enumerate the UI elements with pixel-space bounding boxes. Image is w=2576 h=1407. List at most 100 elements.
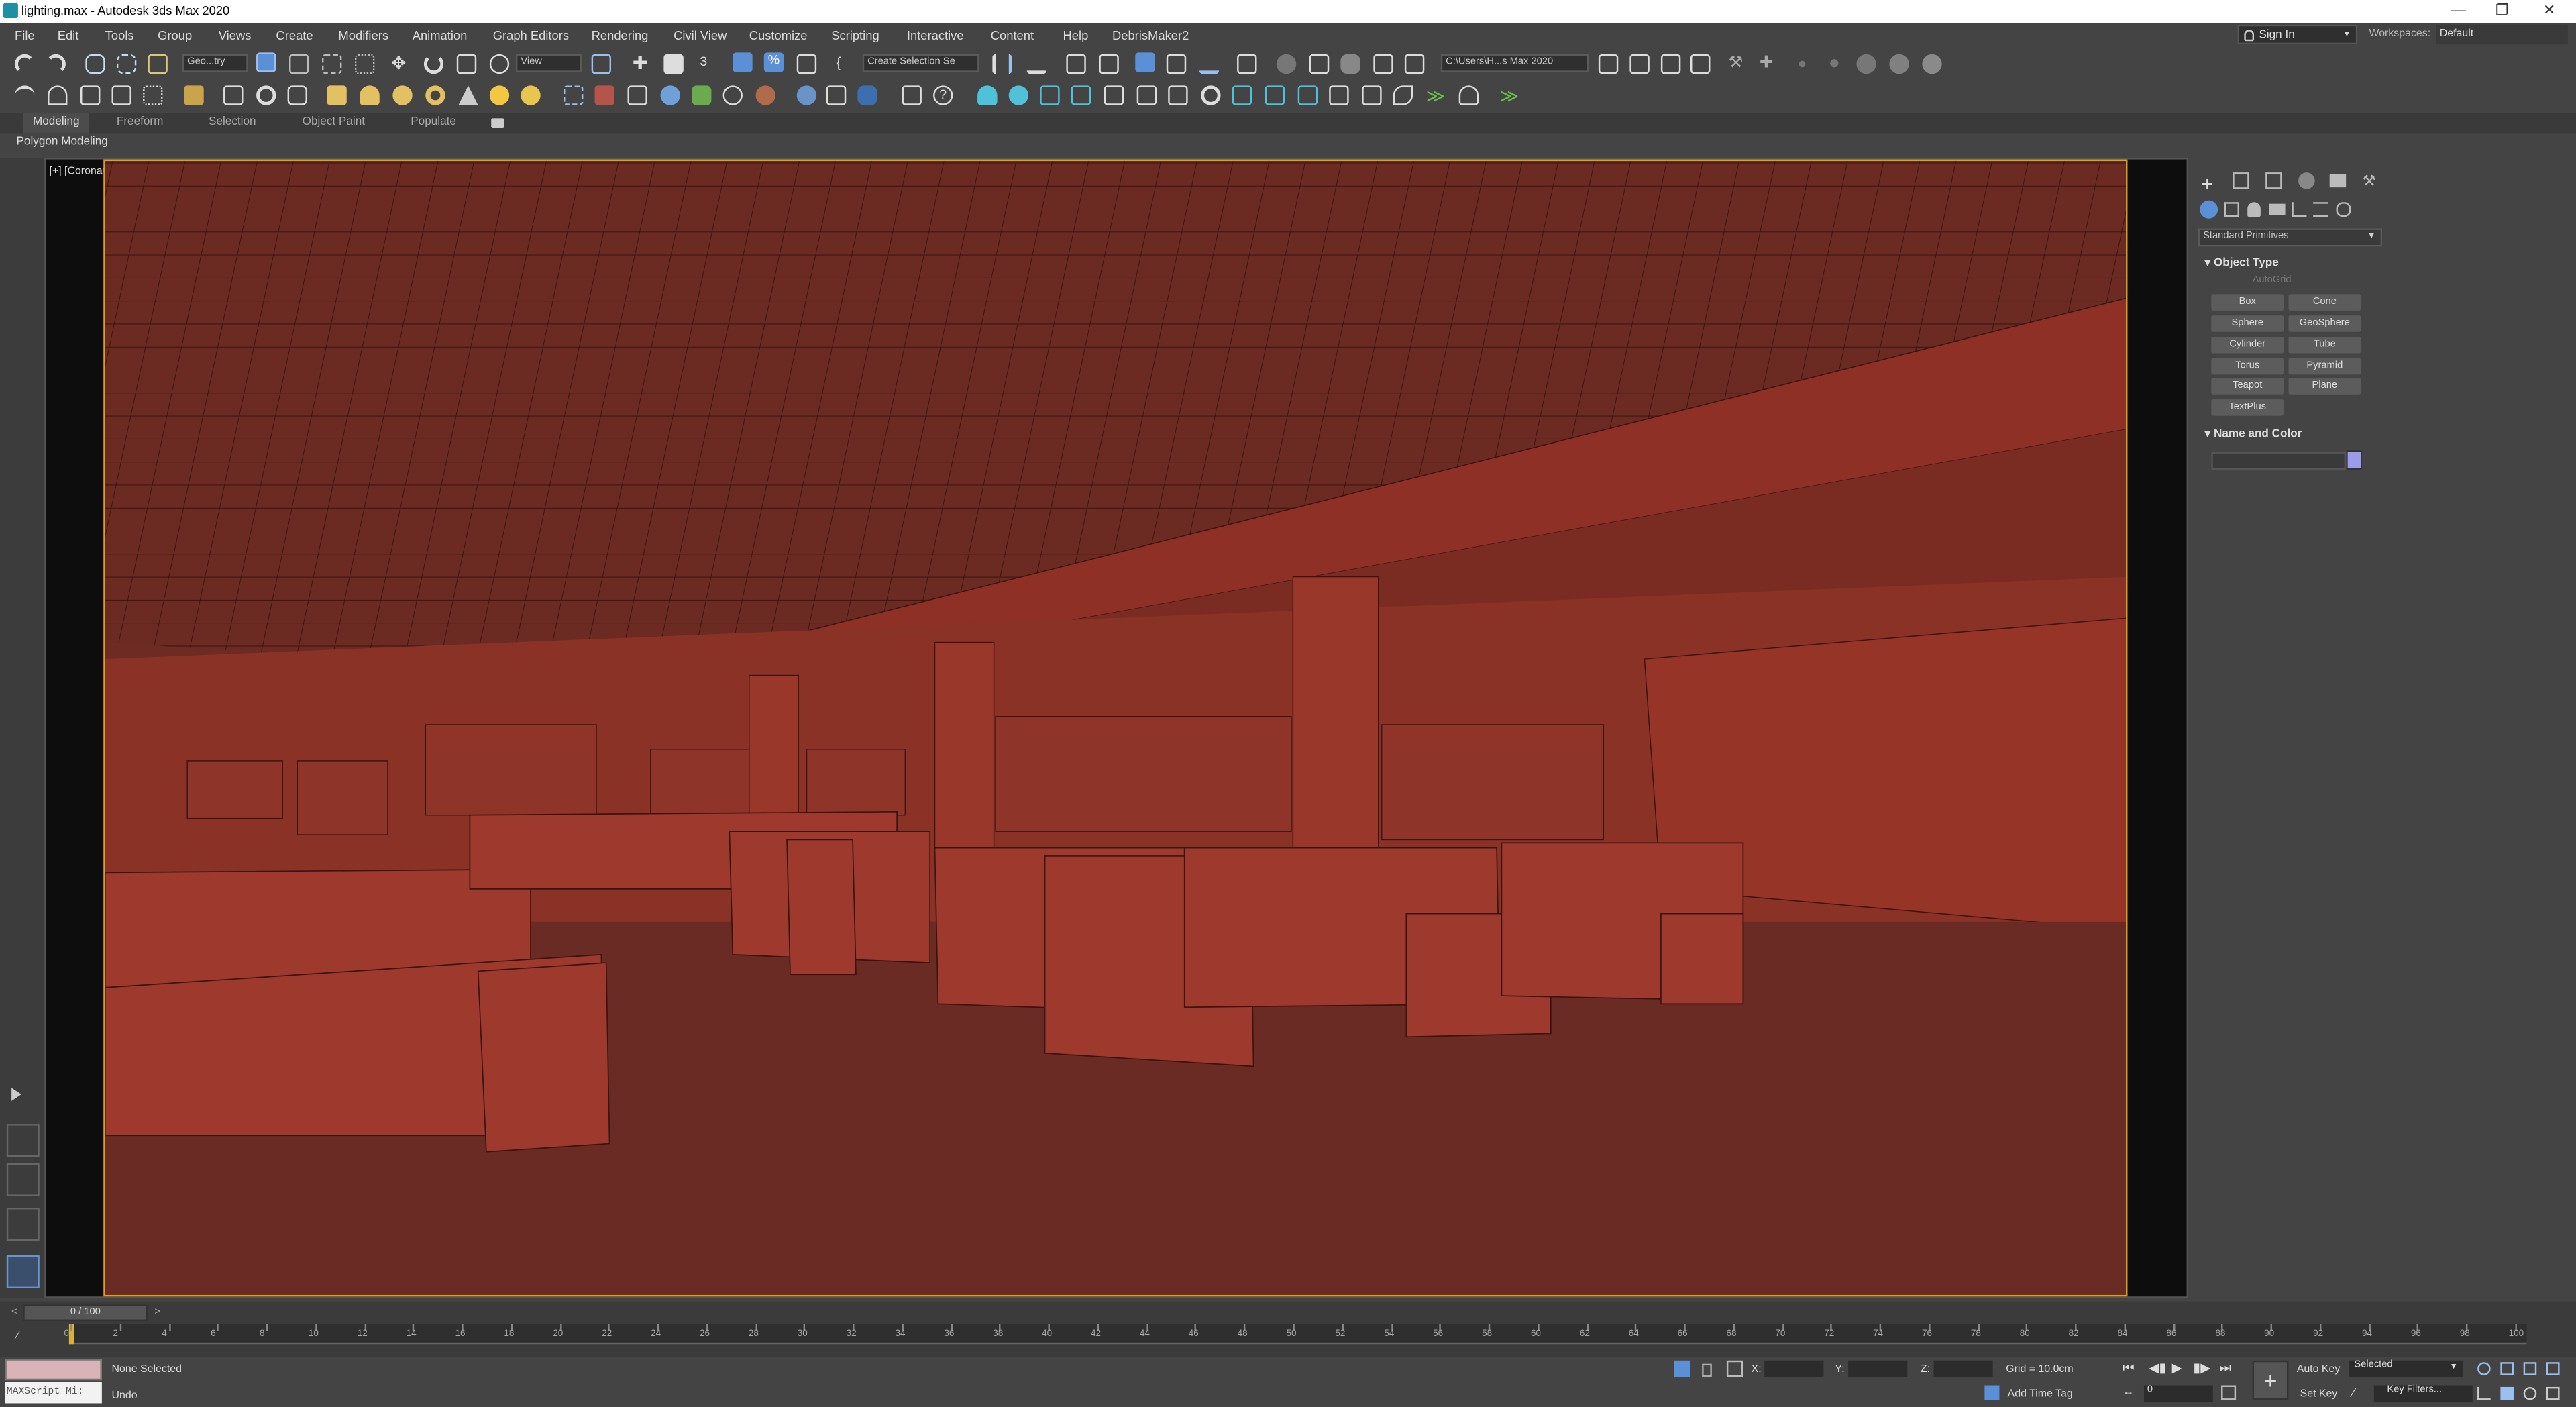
track-bar[interactable]: 0 2 4 6 8 10 12 14 16 18 20 22 24 26 28 30 32 34 36 38 40 42 4… — [64, 1324, 2527, 1345]
grid-icon[interactable] — [143, 85, 163, 105]
rotate-icon[interactable] — [423, 54, 444, 74]
snaps-toggle-icon[interactable]: 3 — [700, 54, 719, 74]
help-icon[interactable]: ? — [933, 85, 953, 105]
undo-icon[interactable] — [15, 54, 35, 74]
gear-icon[interactable] — [1201, 85, 1221, 105]
space-warps-icon[interactable] — [2313, 202, 2328, 217]
camera-icon[interactable] — [1232, 85, 1252, 105]
edit-named-selections-icon[interactable]: { — [837, 54, 856, 74]
shapes-icon[interactable] — [2224, 202, 2239, 217]
menu-views[interactable]: Views — [219, 28, 252, 43]
current-frame-field[interactable]: 0 — [2143, 1385, 2213, 1402]
geometry-icon[interactable] — [2200, 200, 2218, 219]
scale-icon[interactable] — [456, 54, 477, 74]
project-folder-dropdown[interactable]: C:\Users\H...s Max 2020 — [1440, 54, 1589, 72]
systems-icon[interactable] — [2336, 202, 2351, 217]
decal-icon[interactable] — [627, 85, 647, 105]
sphere-gray-icon-3[interactable] — [1922, 54, 1942, 74]
menu-animation[interactable]: Animation — [413, 28, 468, 43]
maxscript-mini-input[interactable]: MAXScript Mi: — [5, 1382, 102, 1404]
bulb-icon[interactable] — [1458, 85, 1479, 105]
select-object-icon[interactable] — [256, 52, 276, 72]
paint-icon[interactable] — [184, 85, 204, 105]
time-config-icon[interactable] — [2221, 1385, 2237, 1400]
sphere-gray-icon[interactable] — [1856, 54, 1876, 74]
redo-icon[interactable] — [46, 54, 66, 74]
next-frame-icon[interactable]: ▮▶ — [2193, 1361, 2210, 1375]
cylinder-button[interactable]: Cylinder — [2211, 337, 2284, 354]
close-icon[interactable]: ✕ — [2543, 1, 2555, 19]
curve-editor-icon[interactable] — [1166, 54, 1187, 74]
orbit-icon[interactable] — [2523, 1386, 2537, 1400]
tab-freeform[interactable]: Freeform — [117, 117, 164, 128]
minimize-icon[interactable]: — — [2451, 1, 2466, 17]
layer-icon[interactable] — [111, 85, 131, 105]
tab-selection[interactable]: Selection — [209, 117, 256, 128]
time-slider-prev[interactable]: < — [11, 1308, 17, 1318]
omni-light-icon[interactable] — [1008, 85, 1029, 105]
set-key-big-icon[interactable]: + — [2252, 1360, 2289, 1400]
sphere-button[interactable]: Sphere — [2211, 315, 2284, 332]
box-button[interactable]: Box — [2211, 294, 2284, 311]
layout-tab-3[interactable] — [6, 1208, 40, 1241]
corona-sun-icon[interactable] — [521, 85, 541, 105]
interactive-render-icon[interactable] — [857, 85, 877, 105]
utilities-tab-icon[interactable]: ⚒ — [2363, 172, 2379, 189]
play-icon[interactable]: ▶ — [2172, 1361, 2182, 1375]
distance-icon[interactable] — [722, 85, 743, 105]
project-folder-icon[interactable] — [1629, 54, 1650, 74]
environment-icon[interactable] — [796, 85, 817, 105]
light-icon[interactable] — [977, 85, 998, 105]
pattern-icon[interactable] — [660, 85, 680, 105]
bind-spacewarp-icon[interactable] — [148, 54, 168, 74]
render-setup-icon[interactable] — [1276, 54, 1297, 74]
selection-lock-icon[interactable] — [1702, 1363, 1712, 1377]
lights-icon[interactable] — [2247, 202, 2261, 217]
menu-file[interactable]: File — [15, 28, 35, 43]
layout-tab-1[interactable] — [6, 1124, 40, 1157]
portal-light-icon[interactable] — [1136, 85, 1157, 105]
target-camera-icon[interactable] — [1265, 85, 1285, 105]
menu-create[interactable]: Create — [276, 28, 313, 43]
pivot-center-icon[interactable] — [591, 54, 612, 74]
cone-create-icon[interactable] — [458, 85, 478, 105]
viewport-layout-icon[interactable] — [1362, 85, 1382, 105]
render-iterative-icon[interactable] — [1373, 54, 1393, 74]
proxy-icon[interactable] — [594, 85, 614, 105]
eye-icon[interactable] — [1393, 85, 1413, 105]
sun-icon[interactable] — [489, 85, 510, 105]
rendered-frame-window-icon[interactable] — [1309, 54, 1330, 74]
loop-icon[interactable] — [256, 85, 276, 105]
restore-icon[interactable]: ❐ — [2496, 1, 2509, 19]
tube-button[interactable]: Tube — [2288, 337, 2361, 354]
cameras-icon[interactable] — [2269, 203, 2286, 215]
chevrons-icon[interactable]: ≫ — [1426, 85, 1446, 107]
keyboard-shortcut-override-icon[interactable] — [663, 54, 684, 74]
hierarchy-tab-icon[interactable] — [2265, 172, 2282, 189]
named-selection-dropdown[interactable]: Create Selection Se — [862, 54, 979, 72]
pyramid-button[interactable]: Pyramid — [2288, 358, 2361, 375]
go-to-end-icon[interactable]: ⏭ — [2220, 1361, 2232, 1377]
move-icon[interactable]: ✥ — [391, 54, 411, 74]
window-crossing-icon[interactable] — [354, 54, 375, 74]
x-coordinate-field[interactable] — [1764, 1360, 1824, 1377]
expand-layout-icon[interactable] — [11, 1088, 21, 1101]
isolate-selection-icon[interactable] — [1674, 1360, 1691, 1377]
key-mode-icon[interactable]: ↔ — [2123, 1387, 2134, 1398]
maximize-viewport-icon[interactable] — [2546, 1386, 2560, 1400]
selection-filter-dropdown[interactable]: Geo...try — [182, 54, 248, 72]
sphere-create-icon[interactable] — [392, 85, 413, 105]
key-filters-icon[interactable]: ∕ — [2353, 1386, 2355, 1400]
workspace-dropdown[interactable]: Default — [2436, 24, 2568, 45]
auto-key-button[interactable]: Auto Key — [2297, 1364, 2341, 1375]
bridge-icon[interactable] — [15, 85, 35, 105]
layout-tab-4[interactable] — [6, 1255, 40, 1289]
ribbon-options-icon[interactable] — [491, 118, 504, 129]
z-coordinate-field[interactable] — [1933, 1360, 1993, 1377]
cone-button[interactable]: Cone — [2288, 294, 2361, 311]
teapot-button[interactable]: Teapot — [2211, 378, 2284, 395]
select-manipulate-icon[interactable]: ✚ — [633, 54, 652, 74]
layout-tab-2[interactable] — [6, 1163, 40, 1196]
torus-create-icon[interactable] — [425, 85, 445, 105]
geosphere-button[interactable]: GeoSphere — [2288, 315, 2361, 332]
